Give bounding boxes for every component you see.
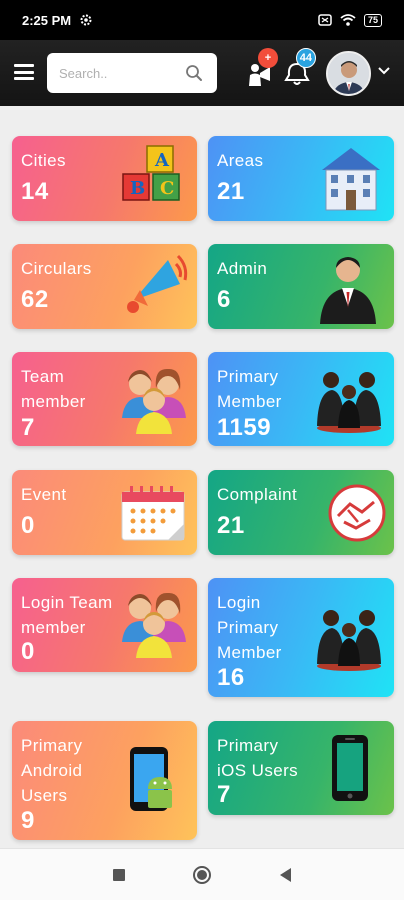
card-value: 0 (21, 512, 35, 539)
chevron-down-icon[interactable] (377, 66, 391, 76)
card-label: Circulars (21, 259, 92, 278)
card-label: Admin (217, 259, 268, 278)
search-box (47, 53, 217, 93)
card-event[interactable]: Event 0 (12, 470, 197, 555)
card-value: 14 (21, 178, 49, 205)
system-nav-bar (0, 848, 404, 900)
members-meeting-icon (317, 372, 381, 433)
card-value: 7 (217, 781, 231, 808)
calendar-icon (121, 486, 185, 541)
android-phone-icon (130, 747, 172, 811)
card-value: 21 (217, 178, 245, 205)
card-label: Areas (217, 151, 264, 170)
app-header: + 44 (0, 40, 404, 106)
card-label: Primary iOS Users (217, 736, 299, 780)
announcement-button[interactable]: + (246, 48, 278, 93)
triangle-back-icon[interactable] (278, 867, 292, 883)
card-label: Login Team member (21, 593, 113, 637)
card-label: Complaint (217, 485, 298, 504)
card-value: 21 (217, 512, 245, 539)
user-avatar[interactable] (326, 51, 371, 96)
team-group-icon (122, 368, 186, 434)
card-label: Cities (21, 151, 66, 170)
card-value: 62 (21, 286, 49, 313)
megaphone-icon (127, 254, 188, 313)
sim-icon (318, 14, 332, 26)
svg-text:A: A (154, 150, 170, 171)
circle-icon[interactable] (192, 865, 212, 885)
card-circulars[interactable]: Circulars 62 (12, 244, 197, 329)
notification-button[interactable]: 44 (282, 48, 316, 93)
iphone-icon (332, 735, 368, 801)
card-team-member[interactable]: Team member 7 (12, 352, 197, 446)
card-areas[interactable]: Areas 21 (208, 136, 394, 221)
card-admin[interactable]: Admin 6 (208, 244, 394, 329)
status-time: 2:25 PM (22, 12, 72, 28)
card-label: Login Primary Member (217, 593, 282, 662)
card-label: Event (21, 485, 67, 504)
building-icon (322, 148, 380, 211)
announcement-badge: + (258, 48, 278, 68)
card-primary-ios-users[interactable]: Primary iOS Users 7 (208, 721, 394, 815)
card-login-primary-member[interactable]: Login Primary Member 16 (208, 578, 394, 697)
svg-text:C: C (160, 178, 174, 199)
square-icon[interactable] (112, 868, 126, 882)
svg-text:B: B (130, 178, 145, 199)
card-value: 0 (21, 638, 35, 665)
card-complaint[interactable]: Complaint 21 (208, 470, 394, 555)
handshake-icon (328, 484, 386, 542)
businessman-icon (320, 257, 376, 324)
search-input[interactable] (59, 63, 179, 83)
status-bar: 2:25 PM 75 (0, 0, 404, 40)
members-meeting-icon (317, 610, 381, 671)
card-value: 16 (217, 664, 245, 691)
card-login-team-member[interactable]: Login Team member 0 (12, 578, 197, 672)
card-value: 7 (21, 414, 35, 441)
card-value: 1159 (217, 414, 272, 441)
card-value: 6 (217, 286, 231, 313)
battery-indicator: 75 (363, 13, 382, 27)
team-group-icon (122, 592, 186, 658)
card-label: Primary Member (217, 367, 282, 411)
abc-blocks-icon: A B C (122, 145, 180, 201)
card-label: Primary Android Users (21, 736, 83, 805)
search-icon[interactable] (185, 64, 203, 82)
user-photo-icon (328, 53, 369, 94)
hamburger-menu-icon[interactable] (14, 64, 34, 80)
card-label: Team member (21, 367, 86, 411)
card-primary-android-users[interactable]: Primary Android Users 9 (12, 721, 197, 840)
card-value: 9 (21, 807, 35, 834)
settings-gear-icon (80, 14, 92, 26)
notification-badge: 44 (295, 48, 316, 68)
wifi-icon (340, 14, 356, 26)
card-cities[interactable]: Cities 14 A B C (12, 136, 197, 221)
card-primary-member[interactable]: Primary Member 1159 (208, 352, 394, 446)
